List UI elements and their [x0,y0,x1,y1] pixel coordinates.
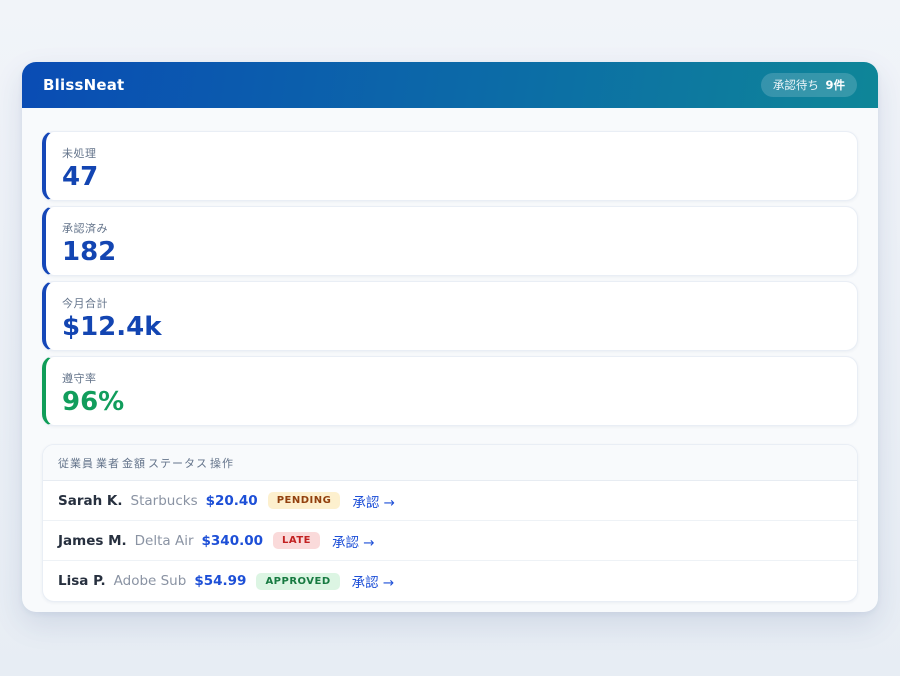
column-header-action: 操作 [210,455,234,471]
table-header-row: 従業員 業者 金額 ステータス 操作 [43,445,857,481]
stat-value: 47 [62,163,841,192]
table-row: Sarah K. Starbucks $20.40 PENDING 承認 → [43,481,857,521]
stat-card-monthly-total: 今月合計 $12.4k [42,281,858,351]
column-header-amount: 金額 [122,455,146,471]
column-header-vendor: 業者 [96,455,120,471]
pending-approvals-badge: 承認待ち 9件 [761,73,857,97]
amount: $340.00 [202,533,264,549]
employee-name: Sarah K. [58,493,123,509]
table-row: James M. Delta Air $340.00 LATE 承認 → [43,521,857,561]
stat-value: 182 [62,238,841,267]
stat-card-approved: 承認済み 182 [42,206,858,276]
approve-link[interactable]: 承認 → [332,531,375,551]
table-row: Lisa P. Adobe Sub $54.99 APPROVED 承認 → [43,561,857,601]
stat-label: 承認済み [62,220,841,236]
stat-label: 遵守率 [62,370,841,386]
stat-card-unprocessed: 未処理 47 [42,131,858,201]
approve-link[interactable]: 承認 → [352,571,395,591]
stat-value: $12.4k [62,313,841,342]
employee-name: Lisa P. [58,573,106,589]
vendor-name: Starbucks [131,493,198,509]
approve-link[interactable]: 承認 → [352,491,395,511]
stat-label: 今月合計 [62,295,841,311]
vendor-name: Delta Air [135,533,194,549]
stat-label: 未処理 [62,145,841,161]
column-header-status: ステータス [148,455,208,471]
app-panel: BlissNeat 承認待ち 9件 未処理 47 承認済み 182 今月合計 $… [22,62,878,612]
expense-table: 従業員 業者 金額 ステータス 操作 Sarah K. Starbucks $2… [42,444,858,602]
main-content: 未処理 47 承認済み 182 今月合計 $12.4k 遵守率 96% 従業員 … [22,108,878,612]
pending-approvals-count: 9件 [825,78,845,92]
stat-value: 96% [62,388,841,417]
status-badge: PENDING [268,492,341,509]
app-title: BlissNeat [43,76,124,94]
pending-approvals-label: 承認待ち [773,78,819,92]
employee-name: James M. [58,533,127,549]
status-badge: APPROVED [256,573,339,590]
amount: $20.40 [206,493,258,509]
status-badge: LATE [273,532,320,549]
stat-card-compliance-rate: 遵守率 96% [42,356,858,426]
amount: $54.99 [194,573,246,589]
column-header-employee: 従業員 [58,455,94,471]
vendor-name: Adobe Sub [114,573,187,589]
app-header: BlissNeat 承認待ち 9件 [22,62,878,108]
